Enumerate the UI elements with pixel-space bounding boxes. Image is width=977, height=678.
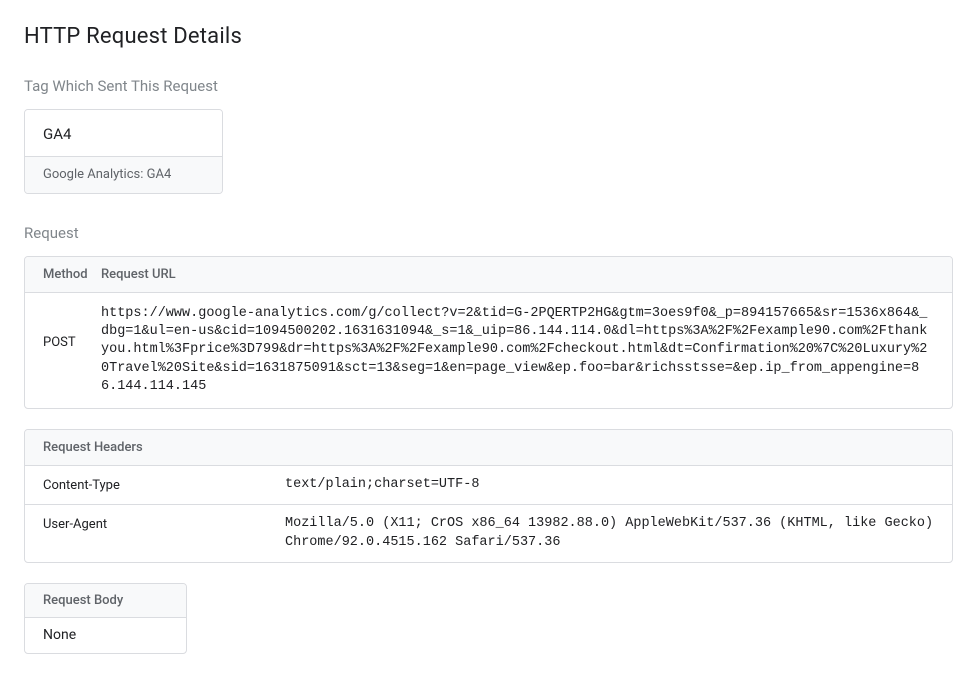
request-headers-label: Request Headers (43, 440, 934, 455)
page-title: HTTP Request Details (24, 24, 953, 49)
tag-section-label: Tag Which Sent This Request (24, 77, 953, 95)
tag-card[interactable]: GA4 Google Analytics: GA4 (24, 109, 223, 194)
request-body-label: Request Body (43, 593, 168, 608)
header-row: User-Agent Mozilla/5.0 (X11; CrOS x86_64… (25, 505, 952, 561)
request-headers-table: Request Headers Content-Type text/plain;… (24, 429, 953, 563)
tag-card-title: GA4 (25, 110, 222, 156)
method-header: Method (43, 267, 101, 282)
request-body-card: Request Body None (24, 583, 187, 654)
header-name: Content-Type (43, 476, 285, 493)
request-body-header: Request Body (25, 584, 186, 618)
request-table-row: POST https://www.google-analytics.com/g/… (25, 293, 952, 408)
header-value: Mozilla/5.0 (X11; CrOS x86_64 13982.88.0… (285, 515, 934, 551)
request-table-header: Method Request URL (25, 257, 952, 293)
header-name: User-Agent (43, 515, 285, 532)
header-row: Content-Type text/plain;charset=UTF-8 (25, 466, 952, 505)
request-table: Method Request URL POST https://www.goog… (24, 256, 953, 409)
method-value: POST (43, 305, 101, 350)
request-body-value: None (25, 618, 186, 653)
url-header: Request URL (101, 267, 934, 282)
request-headers-header: Request Headers (25, 430, 952, 466)
header-value: text/plain;charset=UTF-8 (285, 476, 934, 494)
request-section-label: Request (24, 224, 953, 242)
url-value: https://www.google-analytics.com/g/colle… (101, 305, 934, 396)
tag-card-subtitle: Google Analytics: GA4 (25, 156, 222, 193)
